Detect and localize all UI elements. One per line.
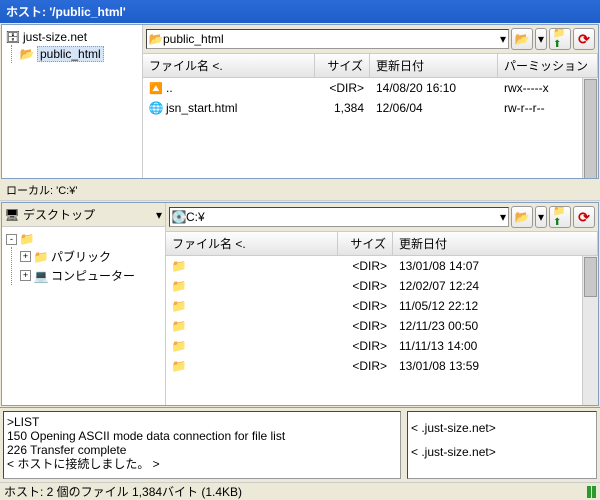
folder-open-icon <box>515 32 529 46</box>
folder-icon <box>172 359 186 373</box>
progress-indicator <box>587 486 596 498</box>
local-table-body: <DIR>13/01/08 14:07 <DIR>12/02/07 12:24 … <box>166 256 598 405</box>
host-pane: just-size.net public_html public_html ▾ <box>1 24 599 179</box>
local-title: ローカル: 'C:¥' <box>0 180 600 201</box>
local-pane: デスクトップ ▾ - + パブリック + <box>1 202 599 406</box>
folder-icon <box>172 319 186 333</box>
tree-item[interactable]: - <box>6 231 161 247</box>
up-icon <box>553 32 567 46</box>
host-table-head: ファイル名 <. サイズ 更新日付 パーミッション <box>143 54 598 78</box>
folder-dropdown[interactable]: ▾ <box>535 206 547 228</box>
log-left[interactable]: >LIST 150 Opening ASCII mode data connec… <box>3 411 401 479</box>
up-folder-button[interactable] <box>549 206 571 228</box>
table-row[interactable]: <DIR>13/01/08 14:07 <box>166 256 598 276</box>
parent-icon <box>149 81 163 95</box>
table-row[interactable]: <DIR>12/02/07 12:24 <box>166 276 598 296</box>
log-row: >LIST 150 Opening ASCII mode data connec… <box>0 407 600 482</box>
table-row[interactable]: <DIR>13/01/08 13:59 <box>166 356 598 376</box>
table-row[interactable]: <DIR>12/11/23 00:50 <box>166 316 598 336</box>
local-list: C:¥ ▾ ▾ ファイル名 <. サイズ 更新日付 <DIR>13/01/08 … <box>166 203 598 405</box>
expand-button[interactable]: + <box>20 251 31 262</box>
host-tree: just-size.net public_html <box>2 25 143 178</box>
col-size[interactable]: サイズ <box>315 54 370 77</box>
table-row[interactable]: <DIR>11/11/13 14:00 <box>166 336 598 356</box>
table-row[interactable]: <DIR>11/05/12 22:12 <box>166 296 598 316</box>
log-right[interactable]: < .just-size.net> < .just-size.net> <box>407 411 597 479</box>
open-folder-button[interactable] <box>511 206 533 228</box>
host-path-combo[interactable]: public_html ▾ <box>146 29 509 49</box>
expand-button[interactable]: - <box>6 234 17 245</box>
html-icon <box>149 101 163 115</box>
open-folder-button[interactable] <box>511 28 533 50</box>
folder-open-icon <box>20 47 34 61</box>
folder-icon <box>149 32 163 46</box>
host-table-body: .. <DIR> 14/08/20 16:10 rwx-----x jsn_st… <box>143 78 598 178</box>
folder-dropdown[interactable]: ▾ <box>535 28 547 50</box>
refresh-button[interactable] <box>573 28 595 50</box>
folder-icon <box>172 299 186 313</box>
scrollbar[interactable] <box>582 256 598 405</box>
folder-icon <box>20 232 34 246</box>
refresh-icon <box>577 210 591 224</box>
statusbar: ホスト: 2 個のファイル 1,384バイト (1.4KB) <box>0 482 600 500</box>
expand-button[interactable]: + <box>20 270 31 281</box>
folder-icon <box>34 250 48 264</box>
col-name[interactable]: ファイル名 <. <box>166 232 338 255</box>
refresh-button[interactable] <box>573 206 595 228</box>
col-perm[interactable]: パーミッション <box>498 54 598 77</box>
computer-icon <box>34 269 48 283</box>
scrollbar[interactable] <box>582 78 598 178</box>
up-folder-button[interactable] <box>549 28 571 50</box>
col-size[interactable]: サイズ <box>338 232 393 255</box>
tree-root[interactable]: just-size.net <box>6 29 138 45</box>
tree-item[interactable]: + パブリック <box>20 247 161 266</box>
col-name[interactable]: ファイル名 <. <box>143 54 315 77</box>
col-date[interactable]: 更新日付 <box>393 232 598 255</box>
host-title: ホスト: '/public_html' <box>0 0 600 23</box>
folder-icon <box>172 279 186 293</box>
local-tree: デスクトップ ▾ - + パブリック + <box>2 203 166 405</box>
folder-icon <box>172 259 186 273</box>
desktop-icon <box>5 208 19 222</box>
server-icon <box>6 30 20 44</box>
drive-icon <box>172 210 186 224</box>
tree-item[interactable]: + コンピューター <box>20 266 161 285</box>
tree-public-html[interactable]: public_html <box>20 45 138 63</box>
host-list: public_html ▾ ▾ ファイル名 <. サイズ 更新日付 パーミッショ… <box>143 25 598 178</box>
refresh-icon <box>577 32 591 46</box>
local-table-head: ファイル名 <. サイズ 更新日付 <box>166 232 598 256</box>
folder-open-icon <box>515 210 529 224</box>
table-row[interactable]: .. <DIR> 14/08/20 16:10 rwx-----x <box>143 78 598 98</box>
table-row[interactable]: jsn_start.html 1,384 12/06/04 rw-r--r-- <box>143 98 598 118</box>
folder-icon <box>172 339 186 353</box>
col-date[interactable]: 更新日付 <box>370 54 498 77</box>
local-path-combo[interactable]: C:¥ ▾ <box>169 207 509 227</box>
up-icon <box>553 210 567 224</box>
